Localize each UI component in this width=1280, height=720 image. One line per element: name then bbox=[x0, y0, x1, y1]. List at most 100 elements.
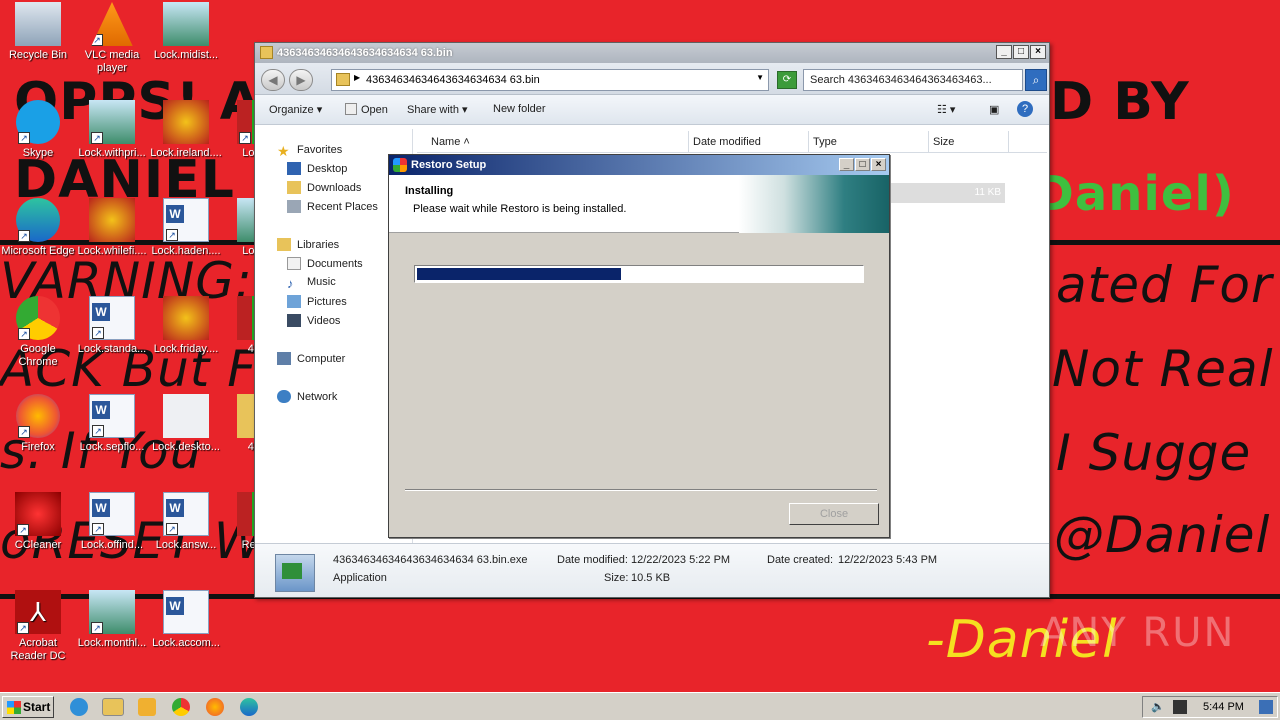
recent-places-icon bbox=[287, 200, 301, 213]
system-tray: 🔈 5:44 PM bbox=[1142, 696, 1278, 718]
pictures-icon bbox=[287, 295, 301, 308]
desktop-icon-item[interactable]: W Lock.accom... bbox=[148, 590, 224, 650]
back-button[interactable]: ◀ bbox=[261, 69, 285, 91]
maximize-button[interactable]: □ bbox=[1013, 45, 1029, 59]
nav-network[interactable]: Network bbox=[277, 390, 337, 403]
anyrun-watermark: ANY RUN bbox=[1040, 610, 1236, 656]
word-doc-icon: W ↗ bbox=[89, 492, 135, 536]
volume-icon[interactable]: 🔈 bbox=[1151, 700, 1165, 714]
file-explorer-icon[interactable] bbox=[102, 698, 124, 716]
setup-dialog[interactable]: Restoro Setup _ □ × Installing Please wa… bbox=[388, 154, 890, 538]
nav-desktop[interactable]: Desktop bbox=[287, 162, 347, 175]
desktop-icon-label: VLC media player bbox=[84, 49, 140, 74]
shortcut-arrow-icon: ↗ bbox=[18, 230, 30, 242]
search-input[interactable]: Search 4363463463464363463463... bbox=[803, 69, 1023, 91]
setup-close-button[interactable]: Close bbox=[789, 503, 879, 525]
desktop-icon-label: Lock.ireland.... bbox=[150, 147, 222, 159]
organize-button[interactable]: Organize ▾ bbox=[269, 103, 322, 116]
explorer-title-bar[interactable]: 43634634634643634634634 63.bin _ □ × bbox=[255, 43, 1049, 63]
chrome-icon[interactable] bbox=[172, 698, 190, 716]
column-type[interactable]: Type bbox=[809, 131, 929, 153]
close-button[interactable]: × bbox=[1030, 45, 1046, 59]
desktop-icon-item[interactable]: ↗ VLC media player bbox=[74, 2, 150, 75]
desktop-icon-item[interactable]: W ↗ Lock.answ... bbox=[148, 492, 224, 552]
desktop-icon-label: Lock.sepflo... bbox=[79, 441, 145, 453]
desktop-icon-item[interactable]: ↗ Google Chrome bbox=[0, 296, 76, 369]
clock[interactable]: 5:44 PM bbox=[1203, 701, 1244, 713]
desktop-icon-item[interactable]: ↗ Lock.withpri... bbox=[74, 100, 150, 160]
show-desktop-icon[interactable] bbox=[1259, 700, 1273, 714]
open-button[interactable]: Open bbox=[345, 103, 388, 116]
taskbar: Start 🔈 5:44 PM bbox=[0, 692, 1280, 720]
desktop-icon-item[interactable]: Lock.friday.... bbox=[148, 296, 224, 356]
nav-music[interactable]: ♪ Music bbox=[287, 276, 336, 291]
column-size[interactable]: Size bbox=[929, 131, 1009, 153]
desktop-icon-item[interactable]: W ↗ Lock.standa... bbox=[74, 296, 150, 356]
flower-image-icon bbox=[163, 100, 209, 144]
desktop-icon-label: Lock.deskto... bbox=[152, 441, 220, 453]
edge-icon: ↗ bbox=[16, 198, 60, 242]
preview-pane-icon[interactable]: ▣ bbox=[989, 103, 999, 116]
nav-documents[interactable]: Documents bbox=[287, 257, 363, 270]
setup-title-bar[interactable]: Restoro Setup _ □ × bbox=[389, 155, 889, 175]
desktop-icon-item[interactable]: ↗ Skype bbox=[0, 100, 76, 160]
new-folder-button[interactable]: New folder bbox=[493, 103, 546, 115]
nav-favorites[interactable]: ★ Favorites bbox=[277, 143, 342, 159]
desktop-icon-item[interactable]: Recycle Bin bbox=[0, 2, 76, 62]
nav-recent-places[interactable]: Recent Places bbox=[287, 200, 378, 213]
desktop-icon-item[interactable]: ↗ CCleaner bbox=[0, 492, 76, 552]
maximize-button[interactable]: □ bbox=[855, 158, 870, 171]
wallpaper-text: D BY bbox=[1050, 72, 1190, 132]
setup-subtitle: Please wait while Restoro is being insta… bbox=[413, 203, 627, 215]
forward-button[interactable]: ▶ bbox=[289, 69, 313, 91]
nav-videos[interactable]: Videos bbox=[287, 314, 340, 327]
nav-libraries[interactable]: Libraries bbox=[277, 238, 339, 251]
desktop-icon-label: Google Chrome bbox=[18, 343, 58, 368]
windows-logo-icon bbox=[7, 701, 21, 714]
desktop-icon-label: Lock.monthl... bbox=[77, 637, 147, 649]
view-options-icon[interactable]: ☷ ▾ bbox=[937, 103, 955, 116]
desktop-icon bbox=[287, 162, 301, 175]
chevron-down-icon[interactable]: ▼ bbox=[756, 73, 764, 82]
network-tray-icon[interactable] bbox=[1173, 700, 1187, 714]
desktop-icon-item[interactable]: Lock.ireland.... bbox=[148, 100, 224, 160]
desktop-icon-item[interactable]: ↗ Firefox bbox=[0, 394, 76, 454]
desktop-icon-item[interactable]: Lock.deskto... bbox=[148, 394, 224, 454]
desktop-icon-item[interactable]: W ↗ Lock.haden.... bbox=[148, 198, 224, 258]
address-text: 43634634634643634634634 63.bin bbox=[366, 74, 540, 86]
desktop-icon-item[interactable]: Lock.whilefi.... bbox=[74, 198, 150, 258]
file-row-size[interactable]: 11 KB bbox=[891, 183, 1005, 203]
close-button[interactable]: × bbox=[871, 158, 886, 171]
internet-explorer-icon[interactable] bbox=[70, 698, 88, 716]
share-with-button[interactable]: Share with ▾ bbox=[407, 103, 468, 116]
media-player-icon[interactable] bbox=[138, 698, 156, 716]
desktop-icon-label: Acrobat Reader DC bbox=[10, 637, 66, 662]
shortcut-arrow-icon: ↗ bbox=[91, 132, 103, 144]
desktop-icon-item[interactable]: W ↗ Lock.offind... bbox=[74, 492, 150, 552]
desktop-icon-item[interactable]: W ↗ Lock.sepflo... bbox=[74, 394, 150, 454]
column-date-modified[interactable]: Date modified bbox=[689, 131, 809, 153]
column-name[interactable]: Name ˄ bbox=[417, 131, 689, 153]
refresh-button[interactable]: ⟳ bbox=[777, 71, 797, 89]
desktop-icon-label: Lock.midist... bbox=[153, 49, 219, 61]
nav-pictures[interactable]: Pictures bbox=[287, 295, 347, 308]
desktop-icon-item[interactable]: ↗ Lock.monthl... bbox=[74, 590, 150, 650]
minimize-button[interactable]: _ bbox=[839, 158, 854, 171]
chrome-icon: ↗ bbox=[16, 296, 60, 340]
word-doc-icon: W ↗ bbox=[163, 492, 209, 536]
desktop-icon-item[interactable]: ⅄ ↗ Acrobat Reader DC bbox=[0, 590, 76, 663]
help-icon[interactable]: ? bbox=[1017, 101, 1033, 117]
nav-computer[interactable]: Computer bbox=[277, 352, 345, 365]
nav-downloads[interactable]: Downloads bbox=[287, 181, 361, 194]
search-icon[interactable]: ⌕ bbox=[1025, 69, 1047, 91]
desktop-icon-item[interactable]: ↗ Microsoft Edge bbox=[0, 198, 76, 258]
start-button[interactable]: Start bbox=[2, 696, 54, 718]
downloads-folder-icon bbox=[287, 181, 301, 194]
address-bar[interactable]: ▶ 43634634634643634634634 63.bin ▼ bbox=[331, 69, 769, 91]
desktop-icon-item[interactable]: Lock.midist... bbox=[148, 2, 224, 62]
minimize-button[interactable]: _ bbox=[996, 45, 1012, 59]
shortcut-arrow-icon: ↗ bbox=[92, 327, 104, 339]
edge-icon[interactable] bbox=[240, 698, 258, 716]
firefox-icon[interactable] bbox=[206, 698, 224, 716]
details-size: 10.5 KB bbox=[631, 572, 671, 584]
